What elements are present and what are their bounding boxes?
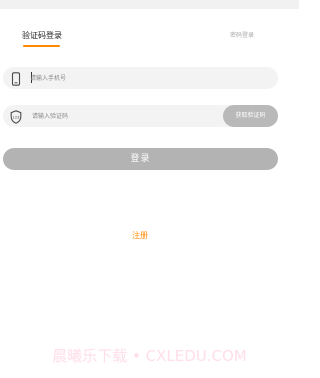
active-tab-indicator xyxy=(23,45,60,47)
verification-code-input[interactable] xyxy=(32,110,212,122)
login-button[interactable]: 登录 xyxy=(3,148,278,170)
register-link[interactable]: 注册 xyxy=(0,230,280,242)
svg-text:123: 123 xyxy=(13,116,20,120)
code-input-row: 123 获取验证码 xyxy=(3,105,278,127)
phone-input[interactable] xyxy=(30,72,210,84)
phone-icon xyxy=(10,71,22,86)
tab-sms-login[interactable]: 验证码登录 xyxy=(22,31,62,41)
shield-code-icon: 123 xyxy=(10,109,22,124)
phone-input-row xyxy=(3,67,278,89)
tab-password-login[interactable]: 密码登录 xyxy=(230,31,254,41)
watermark-text: 晨曦乐下载 • CXLEDU.COM xyxy=(52,347,247,365)
get-code-button[interactable]: 获取验证码 xyxy=(223,105,278,127)
top-status-strip xyxy=(0,0,299,9)
